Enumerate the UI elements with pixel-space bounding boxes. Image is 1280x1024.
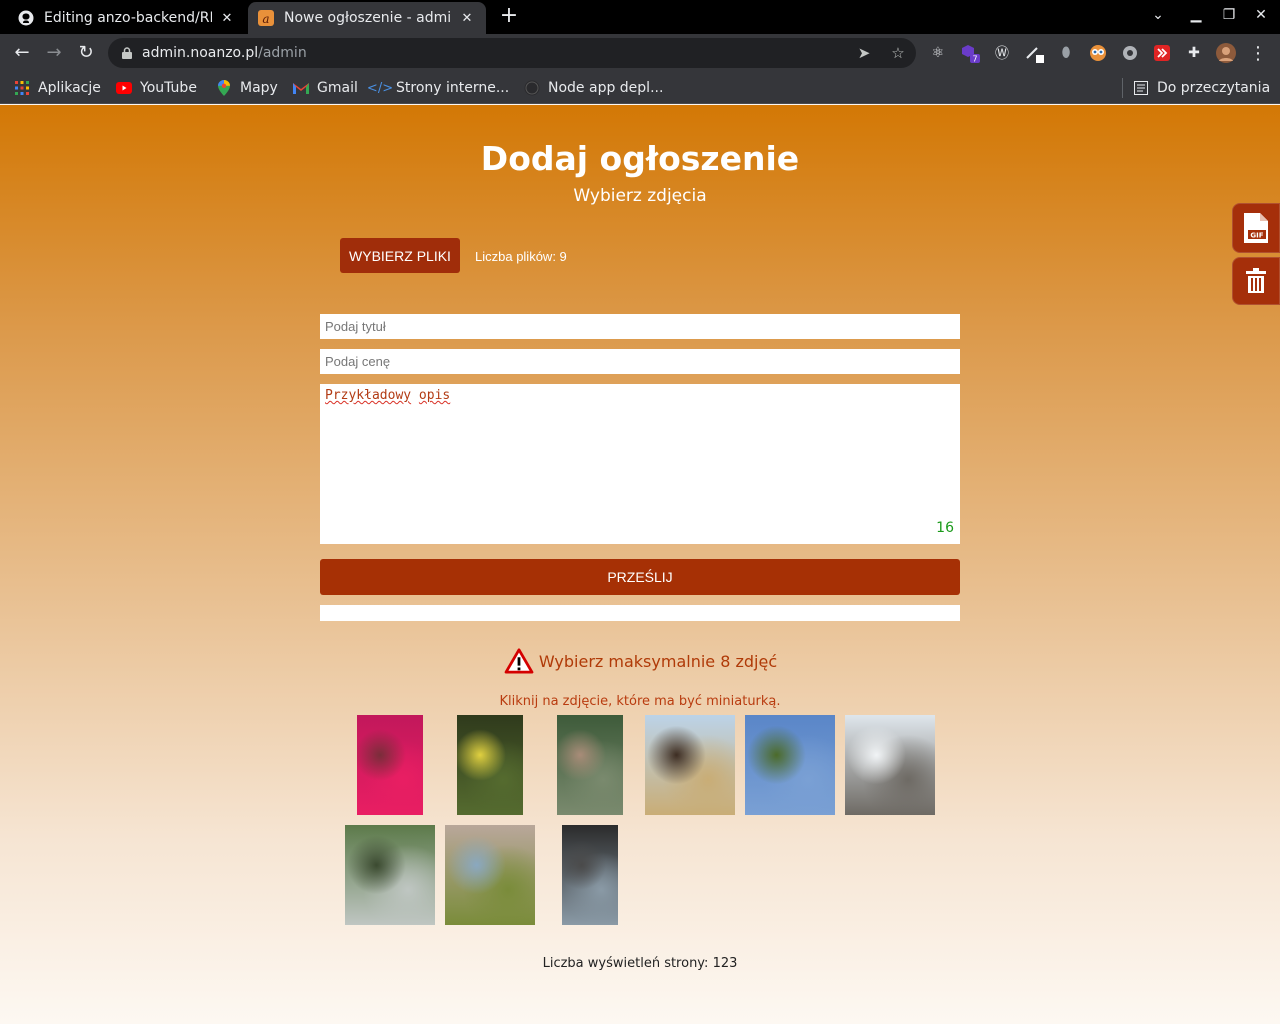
bookmark-node-app[interactable]: Node app depl... (524, 78, 663, 98)
browser-toolbar: ← → ↻ admin.noanzo.pl/admin ➤ ☆ ⚛ 7 Ⓦ ⬮ … (0, 34, 1280, 72)
owl-extension-icon[interactable] (1088, 43, 1108, 63)
bookmarks-divider (1122, 78, 1123, 98)
upload-progress-bar (320, 605, 960, 621)
extension-badge: 7 (972, 55, 977, 64)
youtube-icon (116, 80, 132, 96)
gmail-icon (293, 80, 309, 96)
back-icon[interactable]: ← (10, 41, 34, 65)
bookmark-label: Node app depl... (548, 80, 664, 96)
reading-list-label: Do przeczytania (1157, 80, 1271, 96)
image-thumbnail[interactable] (562, 825, 618, 925)
bookmark-label: Mapy (240, 80, 278, 96)
gif-button[interactable]: GIF (1232, 203, 1280, 253)
github-icon (18, 10, 34, 26)
warning-icon (504, 648, 534, 674)
file-count-label: Liczba plików: 9 (475, 249, 567, 264)
description-textarea[interactable]: Przykładowy opis 16 (320, 384, 960, 544)
bookmark-gmail[interactable]: Gmail (293, 78, 358, 98)
send-icon[interactable]: ➤ (854, 43, 874, 63)
menu-kebab-icon[interactable]: ⋮ (1248, 43, 1268, 64)
extension-hexagon-icon[interactable]: 7 (960, 43, 980, 63)
image-thumbnail[interactable] (357, 715, 423, 815)
address-bar[interactable]: admin.noanzo.pl/admin ➤ ☆ (108, 38, 916, 68)
url-text: admin.noanzo.pl/admin (142, 45, 307, 61)
admin-page: Dodaj ogłoszenie Wybierz zdjęcia WYBIERZ… (0, 105, 1280, 1024)
svg-text:GIF: GIF (1250, 232, 1263, 240)
image-thumbnail[interactable] (557, 715, 623, 815)
description-text: Przykładowy opis (325, 388, 450, 403)
description-word: opis (418, 388, 451, 403)
tab-github-editing[interactable]: Editing anzo-backend/RE ✕ (8, 2, 246, 34)
bookmark-mapy[interactable]: Mapy (216, 78, 278, 98)
thumbnail-hint: Kliknij na zdjęcie, które ma być miniatu… (499, 694, 781, 709)
code-icon: </> (366, 80, 394, 96)
image-thumbnail[interactable] (745, 715, 835, 815)
site-favicon-icon: a (258, 10, 274, 26)
tab-title: Editing anzo-backend/RE (44, 10, 212, 26)
apps-grid-icon (14, 80, 30, 96)
bookmark-label: Gmail (317, 80, 358, 96)
github-icon (524, 80, 540, 96)
image-thumbnail[interactable] (645, 715, 735, 815)
maps-pin-icon (216, 80, 232, 96)
react-devtools-icon[interactable]: ⚛ (928, 43, 948, 63)
bookmark-star-icon[interactable]: ☆ (888, 43, 908, 63)
image-thumbnail[interactable] (345, 825, 435, 925)
bookmark-youtube[interactable]: YouTube (116, 78, 197, 98)
close-window-icon[interactable]: ✕ (1251, 7, 1271, 23)
delete-button[interactable] (1232, 257, 1280, 305)
close-icon[interactable]: ✕ (218, 11, 236, 26)
image-thumbnail[interactable] (457, 715, 523, 815)
url-host: admin.noanzo.pl (142, 45, 259, 61)
lock-icon (122, 47, 132, 59)
profile-avatar[interactable] (1216, 43, 1236, 63)
image-thumbnail[interactable] (845, 715, 935, 815)
media-extension-icon[interactable] (1152, 43, 1172, 63)
tab-search-icon[interactable]: ⌄ (1148, 7, 1168, 23)
color-picker-icon[interactable] (1024, 43, 1044, 63)
minimize-icon[interactable]: ▁ (1186, 7, 1206, 23)
gif-file-icon: GIF (1244, 213, 1268, 243)
image-thumbnail[interactable] (445, 825, 535, 925)
page-views-counter: Liczba wyświetleń strony: 123 (542, 956, 738, 971)
submit-button[interactable]: PRZEŚLIJ (320, 559, 960, 595)
puzzle-extensions-icon[interactable]: ✚ (1184, 43, 1204, 63)
page-subtitle: Wybierz zdjęcia (573, 186, 707, 206)
title-input[interactable] (320, 314, 960, 339)
close-icon[interactable]: ✕ (458, 11, 476, 26)
restore-icon[interactable]: ❐ (1219, 7, 1239, 23)
url-path: /admin (258, 45, 307, 61)
trash-icon (1246, 268, 1266, 293)
reading-list-icon (1133, 80, 1149, 96)
bookmark-label: YouTube (140, 80, 197, 96)
forward-icon[interactable]: → (42, 41, 66, 65)
tab-nowe-ogloszenie[interactable]: a Nowe ogłoszenie - admin. ✕ (248, 2, 486, 34)
extension-dropper-icon[interactable]: ⬮ (1056, 43, 1076, 63)
page-title: Dodaj ogłoszenie (480, 139, 800, 178)
max-images-warning: Wybierz maksymalnie 8 zdjęć (0, 648, 1280, 674)
choose-files-button[interactable]: WYBIERZ PLIKI (340, 238, 460, 273)
description-word: Przykładowy (325, 388, 412, 403)
tab-strip: Editing anzo-backend/RE ✕ a Nowe ogłosze… (0, 0, 1280, 34)
bookmark-strony[interactable]: </> Strony interne... (366, 78, 510, 98)
reload-icon[interactable]: ↻ (74, 41, 98, 65)
bookmark-label: Aplikacje (38, 80, 101, 96)
bookmark-aplikacje[interactable]: Aplikacje (14, 78, 101, 98)
price-input[interactable] (320, 349, 960, 374)
svg-text:a: a (262, 12, 269, 26)
warning-text: Wybierz maksymalnie 8 zdjęć (538, 651, 778, 671)
reading-list[interactable]: Do przeczytania (1133, 78, 1270, 98)
shield-extension-icon[interactable] (1120, 43, 1140, 63)
bookmarks-bar: Aplikacje YouTube Mapy Gmail </> Strony i… (0, 72, 1280, 104)
wappalyzer-icon[interactable]: Ⓦ (992, 43, 1012, 63)
tab-title: Nowe ogłoszenie - admin. (284, 10, 452, 26)
new-tab-icon[interactable]: + (498, 5, 520, 28)
bookmark-label: Strony interne... (396, 80, 510, 96)
character-counter: 16 (936, 520, 954, 536)
